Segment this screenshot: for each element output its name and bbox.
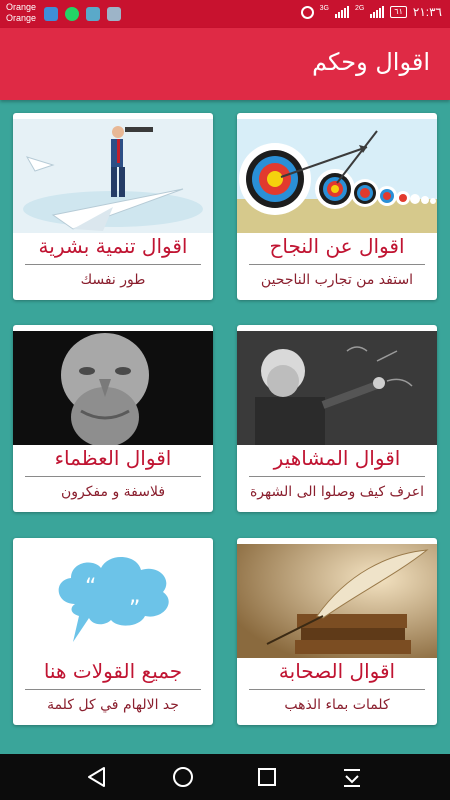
card-success-quotes[interactable]: اقوال عن النجاح استفد من تجارب الناجحين — [237, 113, 437, 300]
speech-bubble-image: “ ” — [13, 544, 213, 658]
carrier-line-1: Orange — [6, 2, 37, 12]
status-bar: Orange Orange 3G 2G ٦١ ٢١:٣٦ — [0, 0, 450, 28]
card-all-quotes[interactable]: “ ” جميع القولات هنا جد الالهام في كل كل… — [13, 538, 213, 725]
whatsapp-icon — [65, 7, 79, 21]
card-subtitle: اعرف كيف وصلوا الى الشهرة — [249, 484, 425, 500]
status-right: 3G 2G ٦١ ٢١:٣٦ — [300, 4, 442, 19]
card-title: اقوال المشاهير — [273, 446, 401, 470]
network-2g-label: 2G — [354, 4, 365, 12]
signal-icon — [334, 6, 349, 18]
network-3g-label: 3G — [319, 4, 329, 12]
card-celebrities-quotes[interactable]: اقوال المشاهير اعرف كيف وصلوا الى الشهرة — [237, 325, 437, 512]
card-divider — [25, 264, 201, 265]
recents-icon — [258, 768, 276, 786]
card-title: اقوال تنمية بشرية — [38, 234, 188, 258]
card-subtitle: فلاسفة و مفكرون — [60, 484, 166, 500]
card-subtitle: استفد من تجارب الناجحين — [260, 272, 414, 288]
card-subtitle: جد الالهام في كل كلمة — [47, 697, 179, 713]
card-title: اقوال عن النجاح — [269, 234, 405, 258]
card-divider — [249, 264, 425, 265]
home-button[interactable] — [160, 754, 206, 800]
card-title: اقوال العظماء — [54, 446, 172, 470]
notification-pulldown-button[interactable] — [329, 754, 375, 800]
card-divider — [25, 476, 201, 477]
card-companions-quotes[interactable]: اقوال الصحابة كلمات بماء الذهب — [237, 538, 437, 725]
quill-and-old-books-image — [237, 544, 437, 658]
svg-text:”: ” — [129, 597, 140, 622]
card-title: اقوال الصحابة — [278, 659, 396, 683]
gallery-icon — [107, 7, 121, 21]
card-human-development-quotes[interactable]: اقوال تنمية بشرية طور نفسك — [13, 113, 213, 300]
targets-with-arrows-image — [237, 119, 437, 233]
home-icon — [173, 767, 193, 787]
card-great-ones-quotes[interactable]: اقوال العظماء فلاسفة و مفكرون — [13, 325, 213, 512]
app-title: اقوال وحكم — [312, 48, 430, 76]
card-divider — [249, 476, 425, 477]
carrier-label: Orange Orange — [6, 2, 36, 24]
man-on-paper-plane-image — [13, 119, 213, 233]
status-time: ٢١:٣٦ — [412, 5, 442, 19]
notification-icons — [44, 7, 121, 21]
back-button[interactable] — [74, 754, 120, 800]
app-bar: اقوال وحكم — [0, 28, 450, 100]
card-divider — [249, 689, 425, 690]
einstein-at-chalkboard-image — [237, 331, 437, 445]
signal-icon-2 — [370, 6, 385, 18]
card-title: جميع القولات هنا — [43, 659, 183, 683]
card-subtitle: طور نفسك — [80, 272, 146, 288]
carrier-line-2: Orange — [6, 13, 37, 23]
notification-pulldown-icon — [344, 769, 360, 787]
download-icon — [86, 7, 100, 21]
socrates-bust-image — [13, 331, 213, 445]
svg-text:“: “ — [85, 575, 96, 600]
card-subtitle: كلمات بماء الذهب — [284, 697, 390, 713]
status-app-icon — [44, 7, 58, 21]
navigation-bar — [0, 754, 450, 800]
back-icon — [88, 767, 105, 787]
recents-button[interactable] — [244, 754, 290, 800]
card-divider — [25, 689, 201, 690]
alarm-icon — [300, 5, 314, 19]
battery-icon: ٦١ — [390, 6, 407, 18]
